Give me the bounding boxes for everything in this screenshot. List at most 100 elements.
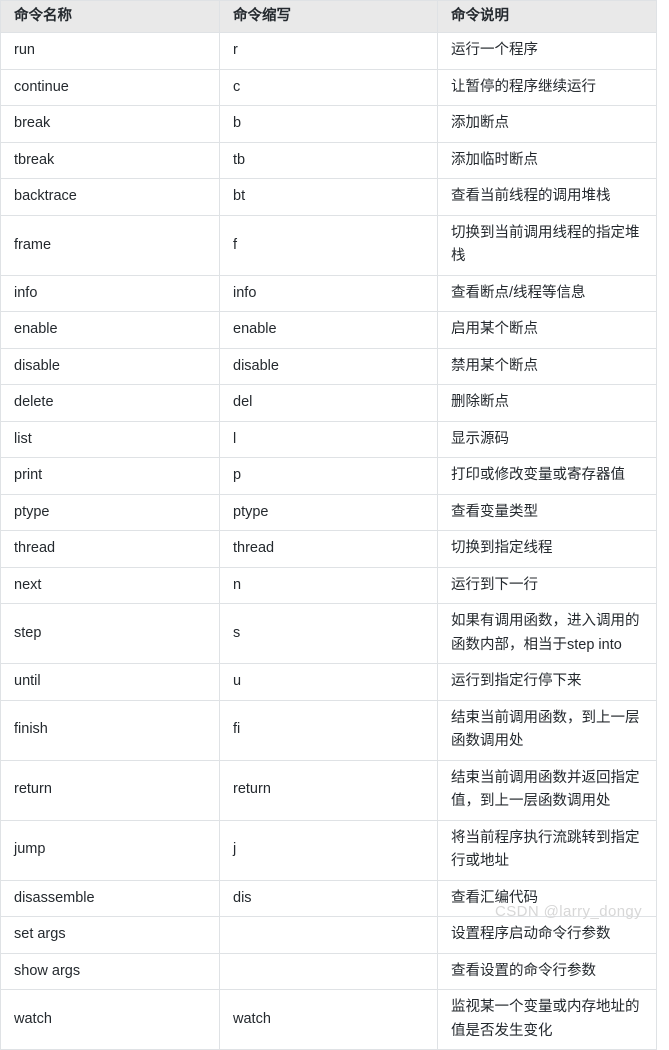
cell-command-name: delete [0,384,220,422]
cell-command-abbr: dis [219,879,438,918]
cell-command-desc: 如果有调用函数，进入调用的函数内部，相当于step into [437,603,657,665]
cell-command-desc: 删除断点 [437,384,657,422]
cell-command-abbr: b [219,105,438,143]
table-row: print p 打印或修改变量或寄存器值 [0,457,657,495]
column-header-command-abbr: 命令缩写 [219,0,438,34]
table-row: until u 运行到指定行停下来 [0,663,657,701]
table-header: 命令名称 命令缩写 命令说明 [0,0,657,34]
gdb-command-table: 命令名称 命令缩写 命令说明 run r 运行一个程序 continue c 让暂停的程序… [0,0,657,1050]
cell-command-abbr: r [219,32,438,70]
column-header-command-desc: 命令说明 [437,0,657,34]
table-body: run r 运行一个程序 continue c 让暂停的程序继续运行 break b 添加断点 t… [0,32,657,1050]
cell-command-desc: 查看变量类型 [437,493,657,532]
cell-command-desc: 打印或修改变量或寄存器值 [437,457,657,495]
cell-command-name: frame [0,214,220,276]
cell-command-desc: 结束当前调用函数并返回指定值，到上一层函数调用处 [437,759,657,821]
table-row: delete del 删除断点 [0,384,657,422]
cell-command-desc: 监视某一个变量或内存地址的值是否发生变化 [437,989,657,1050]
cell-command-name: step [0,603,220,665]
cell-command-abbr: fi [219,699,438,761]
cell-command-abbr: p [219,457,438,495]
table-row: continue c 让暂停的程序继续运行 [0,68,657,107]
table-row: show args 查看设置的命令行参数 [0,952,657,991]
table-row: thread thread 切换到指定线程 [0,530,657,568]
cell-command-name: continue [0,68,220,107]
cell-command-desc: 结束当前调用函数，到上一层函数调用处 [437,699,657,761]
table-row: finish fi 结束当前调用函数，到上一层函数调用处 [0,699,657,761]
table-row: ptype ptype 查看变量类型 [0,493,657,532]
cell-command-desc: 查看断点/线程等信息 [437,274,657,313]
cell-command-name: finish [0,699,220,761]
cell-command-abbr: n [219,566,438,605]
cell-command-name: disable [0,347,220,386]
cell-command-desc: 显示源码 [437,420,657,459]
cell-command-abbr: l [219,420,438,459]
cell-command-abbr: c [219,68,438,107]
cell-command-desc: 运行到下一行 [437,566,657,605]
cell-command-desc: 切换到指定线程 [437,530,657,568]
table-row: step s 如果有调用函数，进入调用的函数内部，相当于step into [0,603,657,665]
cell-command-desc: 添加临时断点 [437,141,657,180]
cell-command-abbr: s [219,603,438,665]
table-row: info info 查看断点/线程等信息 [0,274,657,313]
cell-command-name: list [0,420,220,459]
cell-command-name: run [0,32,220,70]
cell-command-name: thread [0,530,220,568]
table-row: break b 添加断点 [0,105,657,143]
cell-command-desc: 将当前程序执行流跳转到指定行或地址 [437,819,657,881]
cell-command-name: jump [0,819,220,881]
cell-command-abbr [219,952,438,991]
cell-command-desc: 运行一个程序 [437,32,657,70]
cell-command-name: set args [0,916,220,954]
table-row: disable disable 禁用某个断点 [0,347,657,386]
table-row: list l 显示源码 [0,420,657,459]
cell-command-abbr: ptype [219,493,438,532]
table-header-row: 命令名称 命令缩写 命令说明 [0,0,657,34]
table-row: set args 设置程序启动命令行参数 [0,916,657,954]
cell-command-desc: 禁用某个断点 [437,347,657,386]
cell-command-name: break [0,105,220,143]
cell-command-desc: 查看当前线程的调用堆栈 [437,178,657,216]
cell-command-name: return [0,759,220,821]
table-row: tbreak tb 添加临时断点 [0,141,657,180]
table-row: disassemble dis 查看汇编代码 [0,879,657,918]
cell-command-name: print [0,457,220,495]
cell-command-abbr: watch [219,989,438,1050]
cell-command-abbr: disable [219,347,438,386]
cell-command-name: tbreak [0,141,220,180]
table-row: jump j 将当前程序执行流跳转到指定行或地址 [0,819,657,881]
cell-command-abbr: info [219,274,438,313]
cell-command-desc: 设置程序启动命令行参数 [437,916,657,954]
cell-command-name: backtrace [0,178,220,216]
cell-command-abbr: j [219,819,438,881]
cell-command-abbr: enable [219,311,438,349]
cell-command-name: show args [0,952,220,991]
cell-command-name: ptype [0,493,220,532]
cell-command-desc: 添加断点 [437,105,657,143]
command-reference-table-container: 命令名称 命令缩写 命令说明 run r 运行一个程序 continue c 让暂停的程序… [0,0,657,1050]
cell-command-desc: 查看设置的命令行参数 [437,952,657,991]
cell-command-desc: 让暂停的程序继续运行 [437,68,657,107]
cell-command-abbr: f [219,214,438,276]
table-row: enable enable 启用某个断点 [0,311,657,349]
table-row: next n 运行到下一行 [0,566,657,605]
table-row: watch watch 监视某一个变量或内存地址的值是否发生变化 [0,989,657,1050]
cell-command-abbr: bt [219,178,438,216]
table-row: frame f 切换到当前调用线程的指定堆栈 [0,214,657,276]
cell-command-name: next [0,566,220,605]
cell-command-abbr: u [219,663,438,701]
cell-command-desc: 启用某个断点 [437,311,657,349]
cell-command-abbr: del [219,384,438,422]
cell-command-desc: 查看汇编代码 [437,879,657,918]
cell-command-abbr: tb [219,141,438,180]
column-header-command-name: 命令名称 [0,0,220,34]
cell-command-desc: 运行到指定行停下来 [437,663,657,701]
cell-command-name: watch [0,989,220,1050]
table-row: run r 运行一个程序 [0,32,657,70]
table-row: backtrace bt 查看当前线程的调用堆栈 [0,178,657,216]
cell-command-abbr: thread [219,530,438,568]
cell-command-name: until [0,663,220,701]
cell-command-desc: 切换到当前调用线程的指定堆栈 [437,214,657,276]
cell-command-abbr: return [219,759,438,821]
cell-command-name: enable [0,311,220,349]
